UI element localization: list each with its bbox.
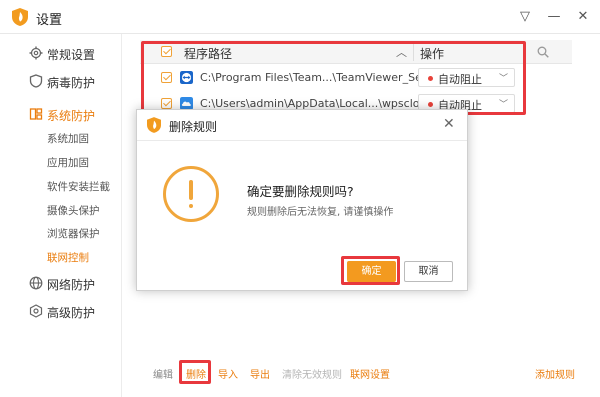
cancel-button[interactable]: 取消 xyxy=(404,261,453,282)
sub-item-network-control[interactable]: 联网控制 xyxy=(47,250,89,265)
delete-rule-dialog: 删除规则 ✕ 确定要删除规则吗? 规则删除后无法恢复, 请谨慎操作 确定 取消 xyxy=(136,109,468,291)
sidebar-item-label: 高级防护 xyxy=(47,306,96,320)
status-select[interactable]: 自动阻止 ﹀ xyxy=(418,68,515,87)
warning-icon-bar xyxy=(189,180,193,200)
table-header: 程序路径 ︿ 操作 xyxy=(140,40,572,64)
chevron-down-icon: ﹀ xyxy=(498,100,508,110)
sub-item-browser[interactable]: 浏览器保护 xyxy=(47,226,100,241)
teamviewer-icon xyxy=(180,71,193,84)
sidebar-item-general[interactable]: 常规设置 xyxy=(0,41,122,65)
minimize-button[interactable]: — xyxy=(544,7,564,27)
app-logo-icon xyxy=(12,8,28,26)
confirm-button[interactable]: 确定 xyxy=(347,261,396,282)
column-divider xyxy=(413,43,414,61)
shield-icon xyxy=(29,74,43,88)
status-dot xyxy=(428,102,433,107)
sub-item-system-hardening[interactable]: 系统加固 xyxy=(47,131,89,146)
sidebar-item-virus[interactable]: 病毒防护 xyxy=(0,69,122,93)
search-icon[interactable] xyxy=(537,46,549,58)
close-button[interactable]: ✕ xyxy=(573,7,593,27)
menu-dropdown-icon[interactable]: ▽ xyxy=(515,7,535,27)
row-checkbox[interactable] xyxy=(161,72,172,83)
sub-item-camera[interactable]: 摄像头保护 xyxy=(47,203,100,218)
clear-invalid-rules-link[interactable]: 清除无效规则 xyxy=(282,366,342,381)
sidebar-item-label: 常规设置 xyxy=(47,48,96,62)
sort-chevron-icon[interactable]: ︿ xyxy=(396,44,407,60)
sidebar-item-label: 网络防护 xyxy=(47,278,96,292)
close-icon[interactable]: ✕ xyxy=(443,116,455,132)
dialog-message: 确定要删除规则吗? xyxy=(247,184,354,199)
status-value: 自动阻止 xyxy=(438,73,482,86)
export-link[interactable]: 导出 xyxy=(250,366,270,381)
status-dot xyxy=(428,76,433,81)
warning-icon-dot xyxy=(189,204,193,208)
column-header-path: 程序路径 xyxy=(184,47,233,61)
app-logo-icon xyxy=(147,117,161,133)
sidebar-item-advanced[interactable]: 高级防护 xyxy=(0,299,122,323)
sidebar-item-system[interactable]: 系统防护 xyxy=(0,102,122,126)
window-title: 设置 xyxy=(36,13,63,28)
sidebar-item-label: 病毒防护 xyxy=(47,76,96,90)
target-icon xyxy=(29,304,43,318)
sidebar-item-network[interactable]: 网络防护 xyxy=(0,271,122,295)
chevron-down-icon: ﹀ xyxy=(498,74,508,84)
column-header-action: 操作 xyxy=(420,47,445,61)
system-icon xyxy=(29,108,43,120)
edit-link[interactable]: 编辑 xyxy=(153,366,173,381)
import-link[interactable]: 导入 xyxy=(218,366,238,381)
dialog-header: 删除规则 ✕ xyxy=(137,110,467,141)
row-checkbox[interactable] xyxy=(161,98,172,109)
sidebar: 常规设置 病毒防护 系统防护 系统加固 应用加固 软件安装拦截 摄像头保护 浏览… xyxy=(0,34,122,397)
dialog-title: 删除规则 xyxy=(169,120,218,134)
sidebar-item-label: 系统防护 xyxy=(47,109,96,123)
globe-icon xyxy=(29,276,43,290)
sub-item-install-block[interactable]: 软件安装拦截 xyxy=(47,179,110,194)
sub-item-app-hardening[interactable]: 应用加固 xyxy=(47,155,89,170)
network-settings-link[interactable]: 联网设置 xyxy=(350,366,390,381)
dialog-submessage: 规则删除后无法恢复, 请谨慎操作 xyxy=(247,207,394,218)
delete-link[interactable]: 删除 xyxy=(186,366,206,381)
table-row[interactable]: C:\Program Files\Team...\TeamViewer_Serv… xyxy=(140,65,572,91)
add-rule-link[interactable]: 添加规则 xyxy=(535,366,575,381)
select-all-checkbox[interactable] xyxy=(161,46,172,57)
gear-icon xyxy=(29,46,43,60)
warning-icon xyxy=(163,166,219,222)
title-bar: 设置 ▽ — ✕ xyxy=(0,0,600,34)
